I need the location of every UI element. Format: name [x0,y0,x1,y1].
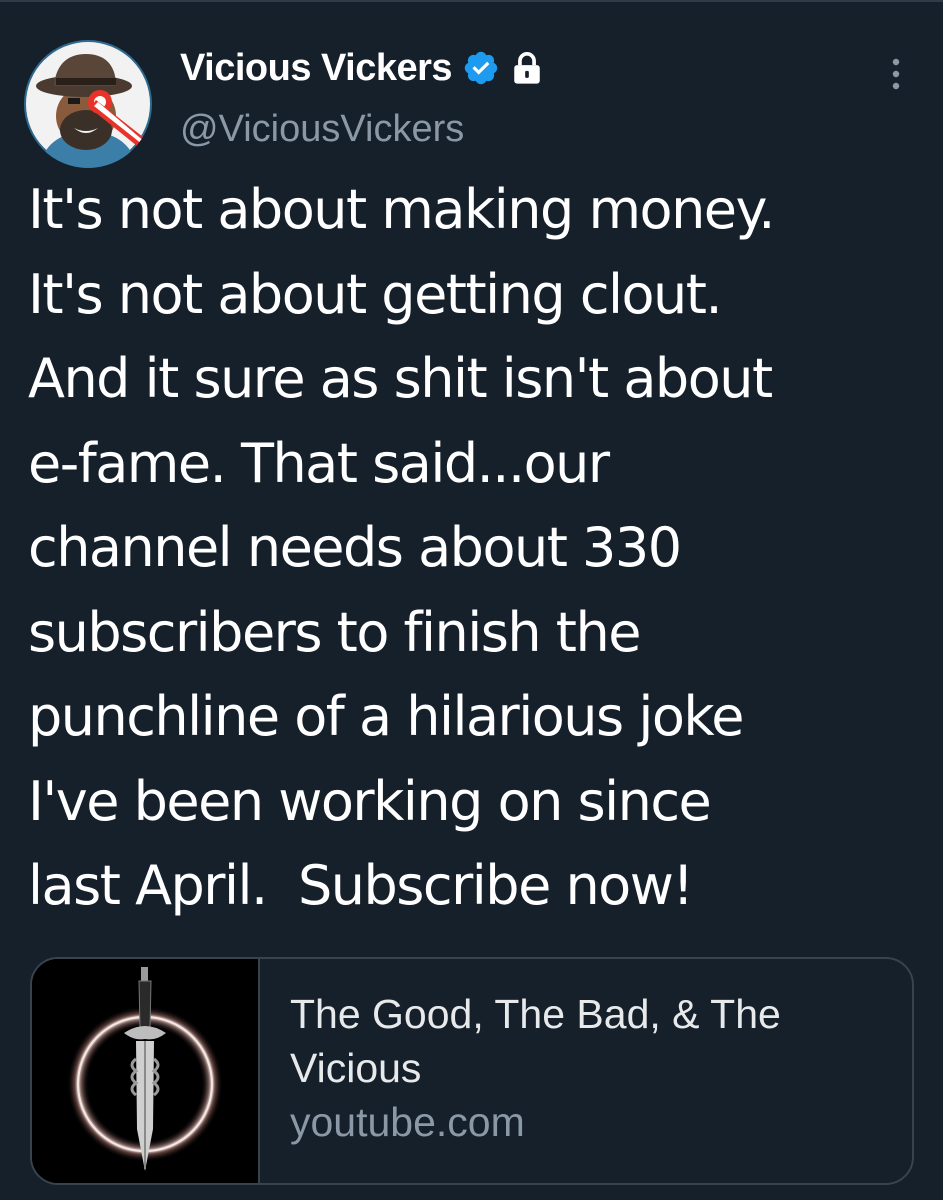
author-avatar[interactable] [24,40,152,168]
verified-badge-icon [462,49,500,87]
link-card-domain: youtube.com [290,1099,525,1145]
tweet-text: It's not about making money. It's not ab… [28,178,775,917]
tweet: Vicious Vickers @ViciousVickers It's not… [0,0,943,1200]
vertical-dots-icon [892,58,900,90]
link-card-title[interactable]: The Good, The Bad, & The Vicious [290,987,850,1095]
link-preview-card[interactable]: The Good, The Bad, & The Vicious youtube… [30,957,914,1185]
link-card-body: The Good, The Bad, & The Vicious youtube… [260,959,850,1183]
author-display-name[interactable]: Vicious Vickers [180,47,453,90]
author-handle[interactable]: @ViciousVickers [180,108,464,151]
link-card-thumbnail [32,959,260,1183]
protected-lock-icon [510,49,544,87]
top-divider [0,0,943,2]
author-name-row: Vicious Vickers [180,40,544,96]
avatar-image [24,40,152,168]
more-options-button[interactable] [878,52,914,96]
dagger-ring-icon [32,959,258,1183]
